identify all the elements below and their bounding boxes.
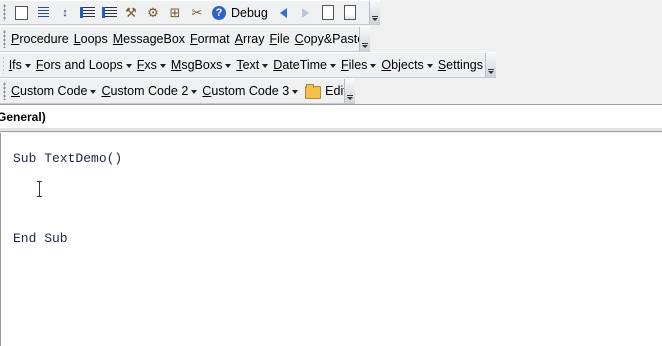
procedure-button[interactable]: Procedure (10, 29, 73, 49)
code-line[interactable]: Sub TextDemo() (13, 151, 122, 166)
toolbar-grip[interactable] (3, 4, 6, 21)
custom-code-label: Custom Code (11, 84, 88, 98)
fors-and-loops-menu[interactable]: Fors and Loops (35, 55, 136, 75)
toolbar-overflow-button[interactable] (369, 1, 380, 24)
strip-divider (0, 128, 662, 132)
array-label: Array (234, 32, 265, 46)
document-icon[interactable] (320, 5, 336, 21)
tools-icon[interactable]: ✂ (189, 5, 205, 21)
copy-paste-button[interactable]: Copy&Paste (294, 29, 369, 49)
document-copy-icon[interactable] (342, 5, 358, 21)
chevron-down-icon (362, 43, 368, 49)
custom-code-2-label: Custom Code 2 (101, 84, 189, 98)
toolbar-overflow-button[interactable] (359, 27, 370, 51)
object-dropdown[interactable]: General) (0, 104, 662, 132)
text-menu[interactable]: Text (235, 55, 272, 75)
procedure-label: Procedure (11, 32, 69, 46)
help-icon[interactable]: ? (211, 5, 227, 21)
files-label: Files (341, 58, 368, 72)
toolbar-custom-code: Custom Code Custom Code 2 Custom Code 3 … (0, 78, 355, 104)
debug-button[interactable]: Debug (231, 6, 268, 20)
tree-icon[interactable]: ⊞ (167, 5, 183, 21)
toolbar-snippets: Procedure Loops MessageBox Format Array … (0, 26, 370, 52)
wrench-icon[interactable]: ⚙ (145, 5, 161, 21)
arrow-left-icon[interactable] (276, 5, 292, 21)
code-editor[interactable]: Sub TextDemo() End Sub (0, 133, 662, 346)
comment-block-icon[interactable] (13, 5, 29, 21)
format-button[interactable]: Format (189, 29, 234, 49)
object-dropdown-value: General) (0, 110, 46, 124)
file-button[interactable]: File (269, 29, 294, 49)
toolbar-edit: ↕ ⚒ ⚙ ⊞ ✂ ? Debug (0, 0, 380, 25)
file-label: File (269, 32, 290, 46)
objects-label: Objects (381, 58, 424, 72)
toolbar-menus: Ifs Fors and Loops Fxs MsgBoxs Text Date… (0, 52, 496, 78)
toolbar-grip[interactable] (3, 82, 6, 100)
toolbar-grip[interactable] (3, 30, 6, 48)
datetime-menu[interactable]: DateTime (272, 55, 340, 75)
format-label: Format (190, 32, 230, 46)
msgboxs-label: MsgBoxs (170, 58, 223, 72)
fors-and-loops-label: Fors and Loops (35, 58, 123, 72)
loops-label: Loops (73, 32, 108, 46)
custom-code-3-label: Custom Code 3 (202, 84, 290, 98)
folder-icon[interactable] (305, 83, 322, 99)
numbered-lines-icon[interactable] (35, 5, 51, 21)
ifs-label: Ifs (8, 58, 22, 72)
chevron-down-icon (372, 16, 378, 22)
array-button[interactable]: Array (234, 29, 269, 49)
sort-az-icon[interactable]: ↕ (57, 5, 73, 21)
custom-code-3-menu[interactable]: Custom Code 3 (201, 81, 302, 101)
arrow-right-icon[interactable] (298, 5, 314, 21)
ifs-menu[interactable]: Ifs (8, 55, 35, 75)
custom-code-2-menu[interactable]: Custom Code 2 (100, 81, 201, 101)
toolbar-overflow-button[interactable] (485, 53, 496, 77)
text-label: Text (236, 58, 260, 72)
ibeam-cursor-icon (37, 181, 43, 197)
fxs-menu[interactable]: Fxs (136, 55, 170, 75)
chevron-down-icon (347, 95, 353, 101)
messagebox-button[interactable]: MessageBox (112, 29, 189, 49)
toolbar-overflow-button[interactable] (344, 79, 355, 103)
fxs-label: Fxs (136, 58, 157, 72)
objects-menu[interactable]: Objects (380, 55, 436, 75)
loops-button[interactable]: Loops (73, 29, 112, 49)
indent-icon[interactable] (101, 5, 117, 21)
msgboxs-menu[interactable]: MsgBoxs (170, 55, 235, 75)
reference-icon[interactable]: ⚒ (123, 5, 139, 21)
datetime-label: DateTime (273, 58, 328, 72)
toolbar-grip[interactable] (3, 56, 4, 74)
files-menu[interactable]: Files (340, 55, 380, 75)
settings-label: Settings (437, 58, 483, 72)
copy-paste-label: Copy&Paste (294, 32, 365, 46)
custom-code-menu[interactable]: Custom Code (10, 81, 100, 101)
chevron-down-icon (488, 69, 494, 75)
messagebox-label: MessageBox (112, 32, 186, 46)
code-line[interactable]: End Sub (13, 231, 68, 246)
outdent-icon[interactable] (79, 5, 95, 21)
